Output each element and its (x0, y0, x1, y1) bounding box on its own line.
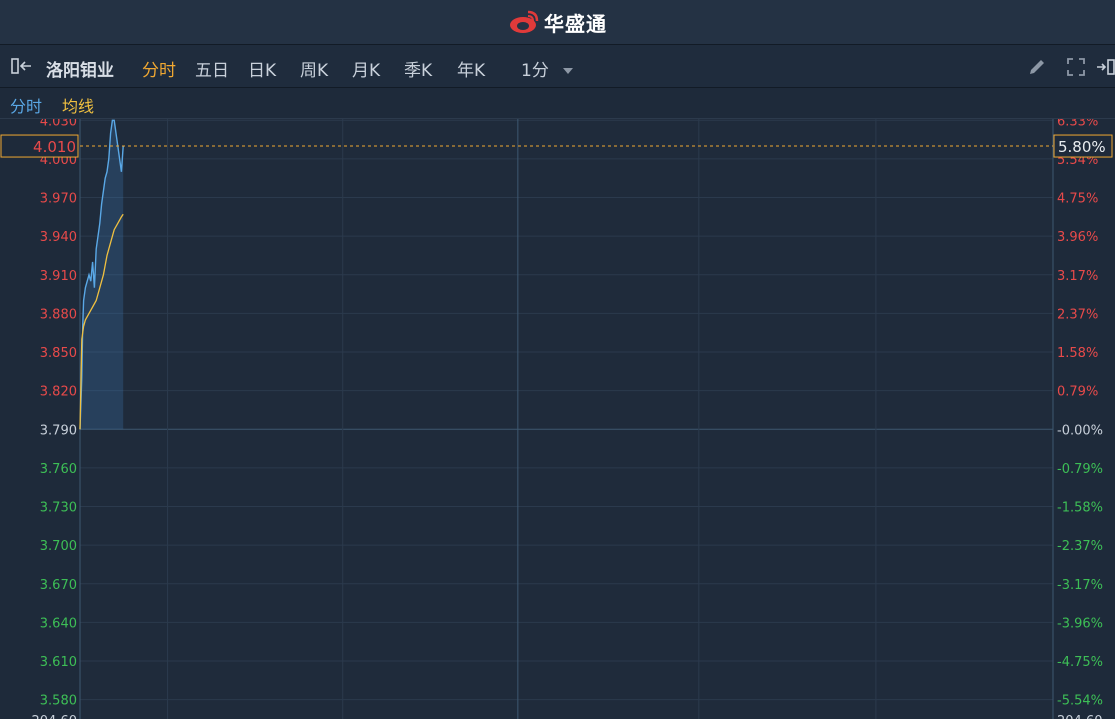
current-price-label: 4.010 (33, 138, 76, 156)
tab-yearly-k[interactable]: 年K (457, 56, 485, 81)
price-tick-label: 3.730 (40, 501, 77, 516)
percent-tick-label: 0.79% (1057, 385, 1098, 400)
top-bar: 华盛通 (0, 0, 1115, 45)
avg-line-label: 均线 (62, 97, 95, 116)
chevron-down-icon (563, 68, 574, 74)
tab-five-day[interactable]: 五日 (195, 56, 229, 81)
percent-tick-label: -5.54% (1057, 694, 1103, 709)
percent-tick-label: 3.17% (1057, 269, 1098, 284)
tab-daily-k[interactable]: 日K (248, 56, 276, 81)
brand-logo-icon (510, 10, 539, 33)
price-tick-label: 3.940 (40, 230, 77, 245)
tab-monthly-k[interactable]: 月K (352, 56, 380, 81)
dock-panel-icon[interactable] (1096, 57, 1115, 77)
indicator-bar: 分时 均线 (0, 88, 1115, 119)
percent-tick-label: -0.00% (1057, 423, 1103, 438)
pencil-icon[interactable] (1027, 57, 1047, 77)
percent-tick-label: -3.17% (1057, 578, 1103, 593)
price-tick-label: 3.820 (40, 385, 77, 400)
price-tick-label: 3.790 (40, 423, 77, 438)
percent-tick-label: 4.75% (1057, 192, 1098, 207)
price-tick-label: 3.670 (40, 578, 77, 593)
price-tick-label: 3.580 (40, 694, 77, 709)
percent-tick-label: -1.58% (1057, 501, 1103, 516)
percent-tick-label: 2.37% (1057, 307, 1098, 322)
price-tick-label: 3.700 (40, 539, 77, 554)
stock-name[interactable]: 洛阳钼业 (46, 56, 114, 81)
fullscreen-icon[interactable] (1066, 57, 1086, 77)
collapse-sidebar-icon[interactable] (10, 57, 36, 75)
price-tick-label: 3.910 (40, 269, 77, 284)
volume-axis-label-right: 204.60 (1057, 714, 1103, 719)
percent-tick-label: 1.58% (1057, 346, 1098, 361)
percent-tick-label: 6.33% (1057, 119, 1098, 129)
price-tick-label: 3.850 (40, 346, 77, 361)
tab-intraday[interactable]: 分时 (142, 56, 176, 81)
price-tick-label: 3.970 (40, 192, 77, 207)
percent-tick-label: -2.37% (1057, 539, 1103, 554)
percent-tick-label: 3.96% (1057, 230, 1098, 245)
volume-axis-label-left: 204.60 (32, 714, 78, 719)
price-tick-label: 3.880 (40, 307, 77, 322)
percent-tick-label: -0.79% (1057, 462, 1103, 477)
price-tick-label: 4.030 (40, 119, 77, 129)
intraday-label: 分时 (10, 97, 43, 116)
intraday-chart[interactable]: 4.030 6.33%4.000 5.54%3.970 4.75%3.940 3.96%… (0, 119, 1115, 719)
price-tick-label: 3.760 (40, 462, 77, 477)
price-tick-label: 3.640 (40, 616, 77, 631)
tab-weekly-k[interactable]: 周K (300, 56, 328, 81)
plot-area (80, 119, 1053, 719)
percent-tick-label: -3.96% (1057, 616, 1103, 631)
tab-quarterly-k[interactable]: 季K (404, 56, 432, 81)
brand: 华盛通 (508, 8, 607, 37)
brand-name: 华盛通 (544, 11, 607, 36)
interval-select[interactable]: 1分 (521, 56, 574, 81)
price-tick-label: 3.610 (40, 655, 77, 670)
period-toolbar: 洛阳钼业 分时 五日 日K 周K 月K 季K 年K 1分 (0, 45, 1115, 88)
interval-value: 1分 (521, 61, 549, 81)
current-pct-label: 5.80% (1058, 138, 1106, 156)
percent-tick-label: -4.75% (1057, 655, 1103, 670)
